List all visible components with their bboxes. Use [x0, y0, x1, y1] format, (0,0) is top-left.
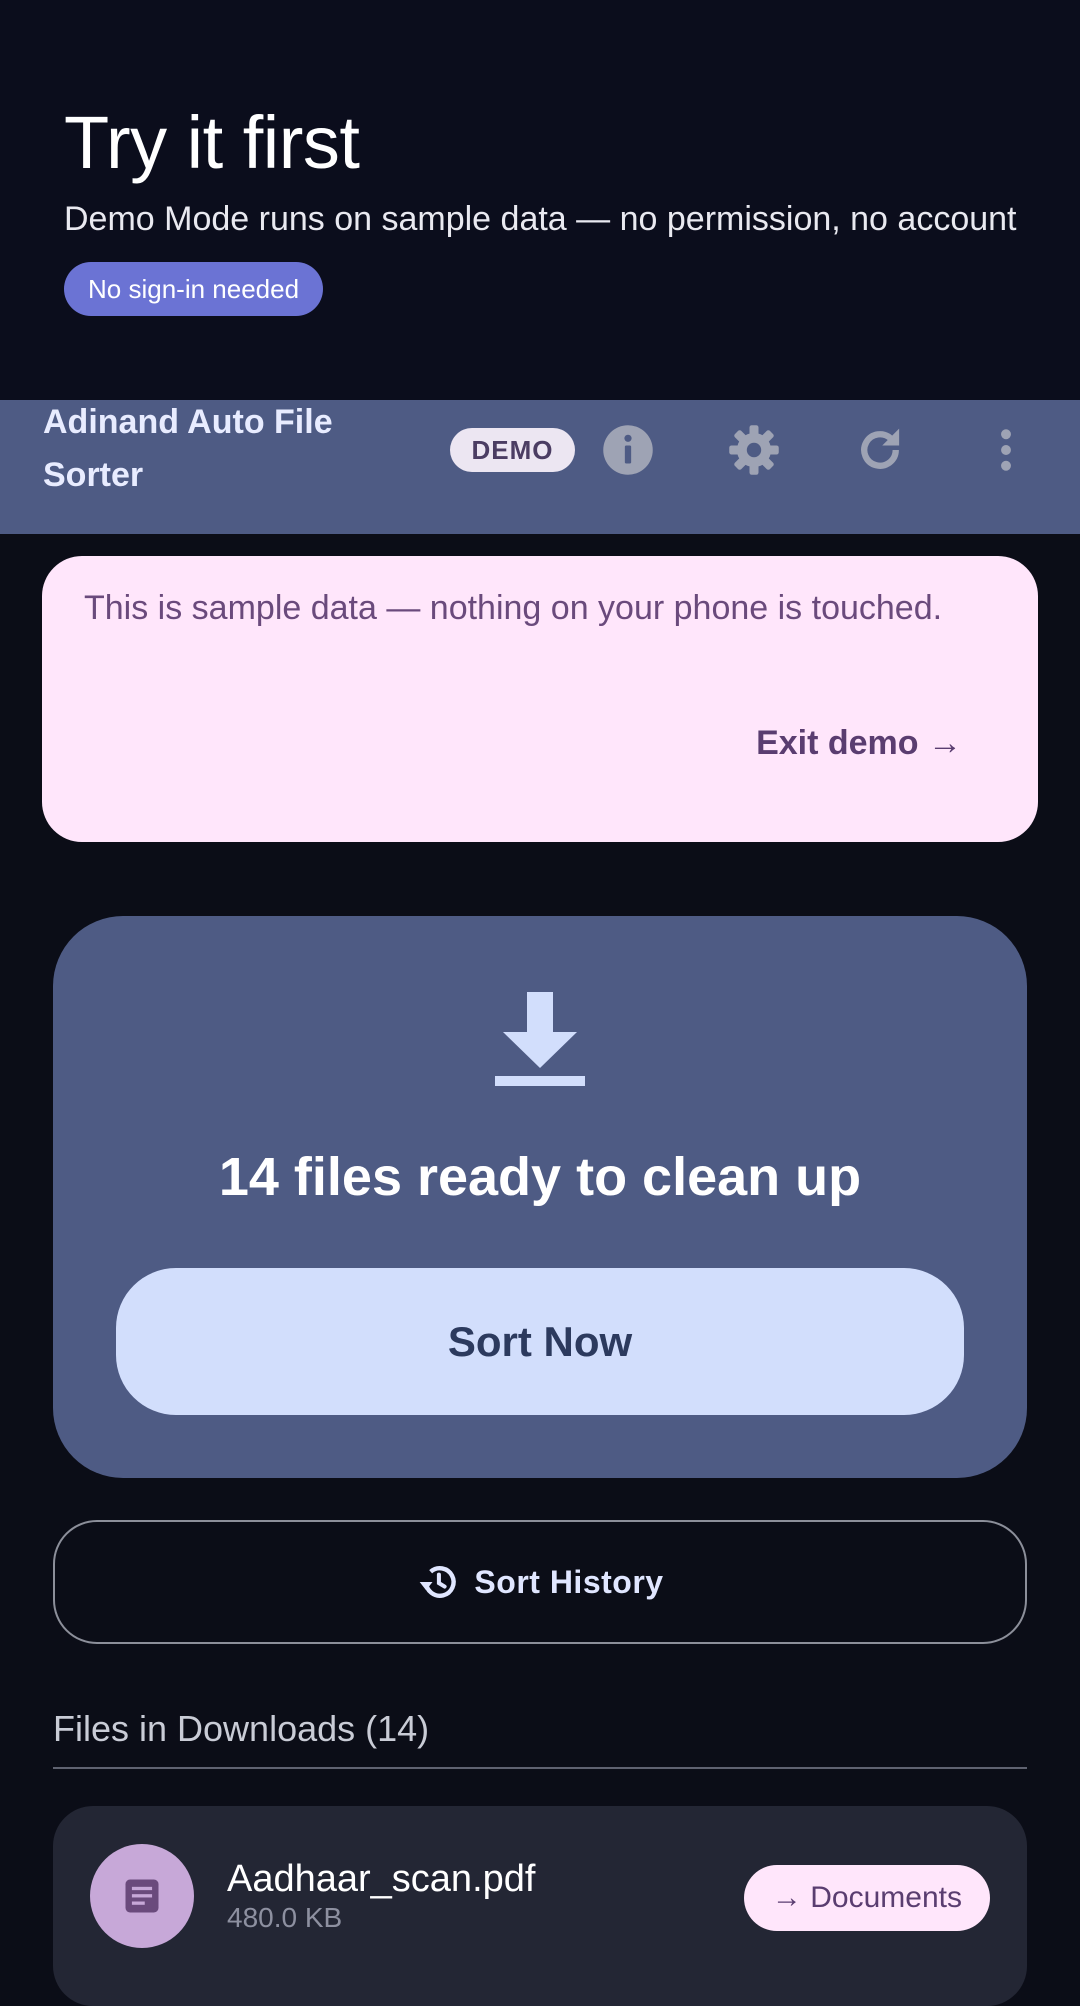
exit-demo-link[interactable]: Exit demo → — [756, 724, 962, 763]
file-size: 480.0 KB — [227, 1902, 343, 1933]
destination-chip[interactable]: → Documents — [743, 1865, 990, 1931]
refresh-button[interactable] — [852, 422, 908, 478]
more-vert-icon — [1001, 429, 1011, 471]
banner-text: This is sample data — nothing on your ph… — [84, 589, 943, 627]
files-section-title: Files in Downloads (14) — [53, 1708, 430, 1749]
sample-data-banner: This is sample data — nothing on your ph… — [42, 556, 1038, 842]
file-type-avatar — [90, 1844, 194, 1948]
hero-title: Try it first — [64, 101, 360, 184]
info-icon — [603, 425, 653, 475]
no-sign-in-badge: No sign-in needed — [64, 262, 324, 316]
sort-history-button[interactable]: Sort History — [53, 1520, 1027, 1644]
sort-now-button[interactable]: Sort Now — [116, 1268, 964, 1415]
list-item[interactable]: Aadhaar_scan.pdf 480.0 KB → Documents — [53, 1806, 1027, 2006]
refresh-icon — [861, 428, 900, 469]
gear-icon — [729, 425, 779, 475]
document-icon — [125, 1879, 159, 1913]
history-icon — [416, 1560, 460, 1604]
settings-button[interactable] — [726, 422, 782, 478]
more-options-button[interactable] — [978, 422, 1034, 478]
hero-subtitle: Demo Mode runs on sample data — no permi… — [64, 200, 1017, 238]
sort-card: 14 files ready to clean up Sort Now — [53, 916, 1027, 1478]
app-title: Adinand Auto File Sorter — [43, 403, 333, 494]
info-button[interactable] — [600, 422, 656, 478]
file-name: Aadhaar_scan.pdf — [227, 1858, 536, 1900]
demo-chip: DEMO — [450, 428, 575, 472]
files-ready-count: 14 files ready to clean up — [218, 1147, 862, 1207]
section-divider — [53, 1767, 1027, 1769]
sort-history-label: Sort History — [474, 1563, 664, 1600]
download-icon — [495, 992, 585, 1086]
